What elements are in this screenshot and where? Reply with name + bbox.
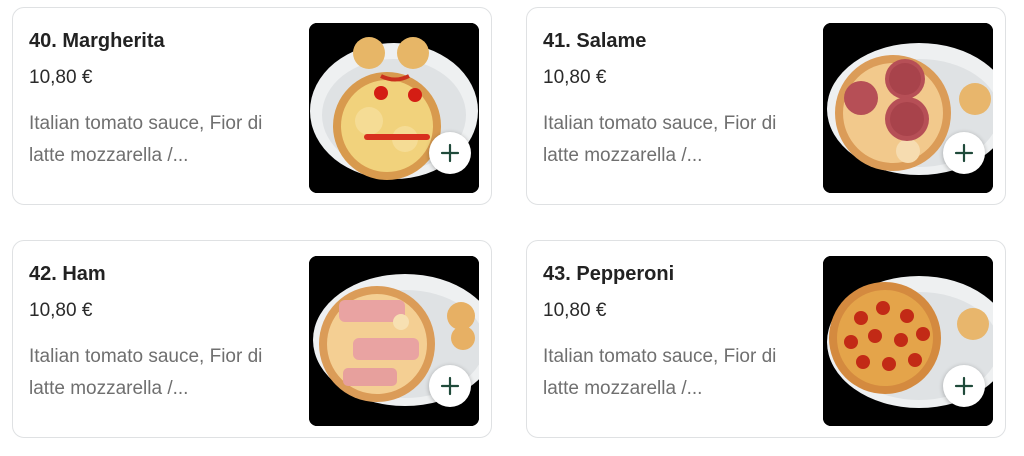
add-to-cart-button[interactable] <box>943 365 985 407</box>
product-price: 10,80 € <box>543 300 607 321</box>
plus-icon <box>954 376 974 396</box>
plus-icon <box>954 143 974 163</box>
product-card-ham[interactable]: 42. Ham 10,80 € Italian tomato sauce, Fi… <box>12 240 492 438</box>
product-description: Italian tomato sauce, Fior di latte mozz… <box>29 113 263 166</box>
product-description: Italian tomato sauce, Fior di latte mozz… <box>29 346 263 399</box>
plus-icon <box>440 143 460 163</box>
product-title: 41. Salame <box>543 30 647 52</box>
product-title: 40. Margherita <box>29 30 165 52</box>
product-card-pepperoni[interactable]: 43. Pepperoni 10,80 € Italian tomato sau… <box>526 240 1006 438</box>
add-to-cart-button[interactable] <box>943 132 985 174</box>
add-to-cart-button[interactable] <box>429 132 471 174</box>
add-to-cart-button[interactable] <box>429 365 471 407</box>
product-description: Italian tomato sauce, Fior di latte mozz… <box>543 113 777 166</box>
product-price: 10,80 € <box>29 67 93 88</box>
product-title: 43. Pepperoni <box>543 263 675 285</box>
product-price: 10,80 € <box>29 300 93 321</box>
product-card-margherita[interactable]: 40. Margherita 10,80 € Italian tomato sa… <box>12 7 492 205</box>
product-description: Italian tomato sauce, Fior di latte mozz… <box>543 346 777 399</box>
product-title: 42. Ham <box>29 263 106 285</box>
product-price: 10,80 € <box>543 67 607 88</box>
product-card-salame[interactable]: 41. Salame 10,80 € Italian tomato sauce,… <box>526 7 1006 205</box>
plus-icon <box>440 376 460 396</box>
